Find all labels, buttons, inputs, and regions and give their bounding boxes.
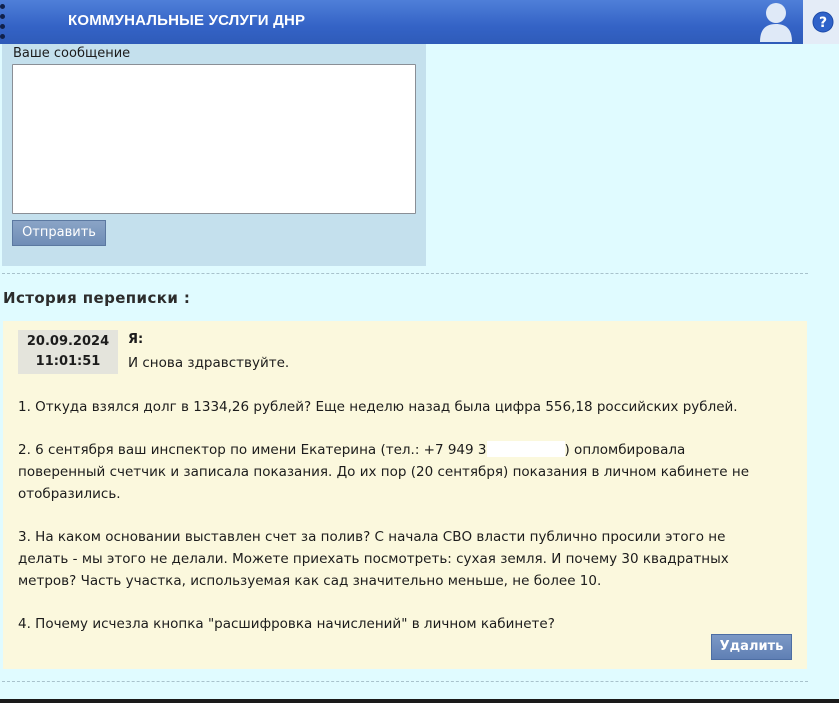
message-input[interactable] bbox=[12, 64, 416, 214]
user-icon[interactable] bbox=[757, 0, 795, 42]
message-text: ) опломбировала bbox=[564, 442, 686, 458]
message-paragraph-4: 4. Почему исчезла кнопка "расшифровка на… bbox=[18, 613, 798, 635]
message-body: 1. Откуда взялся долг в 1334,26 рублей? … bbox=[18, 396, 798, 656]
delete-button[interactable]: Удалить bbox=[711, 634, 792, 660]
message-line: отобразились. bbox=[18, 486, 121, 502]
message-greeting: И снова здравствуйте. bbox=[128, 355, 290, 371]
divider bbox=[2, 273, 808, 274]
bottom-edge bbox=[0, 699, 839, 703]
help-icon[interactable]: ? bbox=[812, 11, 834, 33]
message-date: 20.09.2024 bbox=[26, 334, 110, 349]
compose-panel: Ваше сообщение Отправить bbox=[2, 44, 426, 266]
message-card: 20.09.2024 11:01:51 Я: И снова здравству… bbox=[3, 321, 807, 669]
message-line: поверенный счетчик и записала показания.… bbox=[18, 464, 749, 480]
message-line: 4. Почему исчезла кнопка "расшифровка на… bbox=[18, 616, 555, 632]
message-paragraph-1: 1. Откуда взялся долг в 1334,26 рублей? … bbox=[18, 396, 798, 418]
message-line: делать - мы этого не делали. Можете прие… bbox=[18, 551, 729, 567]
message-paragraph-3: 3. На каком основании выставлен счет за … bbox=[18, 526, 798, 592]
send-button[interactable]: Отправить bbox=[12, 220, 106, 246]
history-title: История переписки : bbox=[3, 289, 191, 307]
help-area: ? bbox=[803, 0, 839, 44]
svg-text:?: ? bbox=[819, 15, 827, 31]
message-line: 2. 6 сентября ваш инспектор по имени Ека… bbox=[18, 439, 798, 461]
message-text: 2. 6 сентября ваш инспектор по имени Ека… bbox=[18, 442, 487, 458]
message-line: 1. Откуда взялся долг в 1334,26 рублей? … bbox=[18, 399, 738, 415]
message-paragraph-2: 2. 6 сентября ваш инспектор по имени Ека… bbox=[18, 439, 798, 505]
message-author: Я: bbox=[128, 332, 144, 347]
message-line: 3. На каком основании выставлен счет за … bbox=[18, 529, 726, 545]
menu-icon[interactable] bbox=[0, 4, 6, 40]
message-line: метров? Часть участка, используемая как … bbox=[18, 573, 602, 589]
message-time: 11:01:51 bbox=[35, 354, 101, 369]
app-header: КОММУНАЛЬНЫЕ УСЛУГИ ДНР ? bbox=[0, 0, 839, 44]
divider bbox=[2, 681, 808, 682]
message-timestamp: 20.09.2024 11:01:51 bbox=[18, 330, 118, 374]
redacted-phone bbox=[486, 441, 565, 457]
message-label: Ваше сообщение bbox=[13, 46, 131, 61]
app-title: КОММУНАЛЬНЫЕ УСЛУГИ ДНР bbox=[68, 12, 306, 29]
